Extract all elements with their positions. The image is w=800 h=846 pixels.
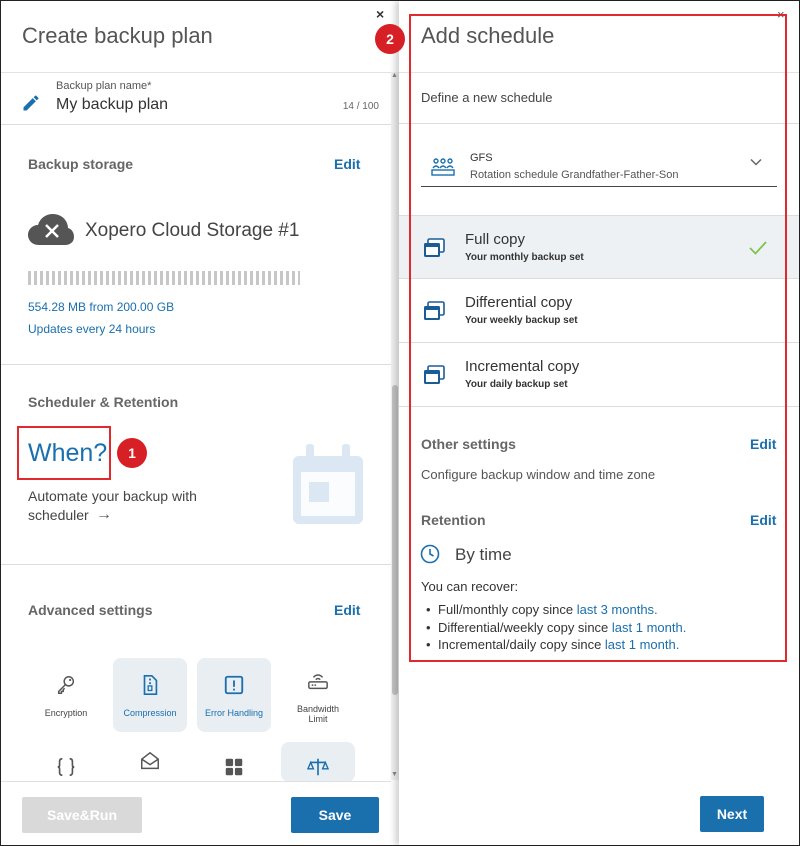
retention-title: Retention xyxy=(421,512,486,528)
copy-stack-icon xyxy=(424,301,445,320)
list-item: Incremental/daily copy since last 1 mont… xyxy=(426,636,686,654)
right-footer: Next xyxy=(399,781,799,845)
check-icon xyxy=(749,241,767,255)
plan-name-label: Backup plan name* xyxy=(56,80,152,92)
create-backup-plan-panel: Create backup plan Backup plan name* My … xyxy=(1,1,391,845)
recover-label: You can recover: xyxy=(421,579,519,594)
tile-label: Error Handling xyxy=(204,708,264,718)
schedule-type-subtitle: Rotation schedule Grandfather-Father-Son xyxy=(470,169,679,181)
recover-item-text: Differential/weekly copy since xyxy=(438,619,612,635)
storage-edit-link[interactable]: Edit xyxy=(334,156,360,172)
plan-name-counter: 14 / 100 xyxy=(342,101,379,112)
apps-grid-icon xyxy=(225,758,243,776)
script-tile[interactable] xyxy=(29,742,103,782)
list-item: Full/monthly copy since last 3 months. xyxy=(426,601,686,619)
storage-name: Xopero Cloud Storage #1 xyxy=(85,220,300,241)
divider xyxy=(399,123,799,124)
copy-stack-icon xyxy=(424,365,445,384)
next-button[interactable]: Next xyxy=(700,796,764,832)
tile-label: Encryption xyxy=(44,708,88,718)
notification-tile[interactable] xyxy=(113,742,187,782)
encryption-tile[interactable]: Encryption xyxy=(29,658,103,732)
divider xyxy=(1,564,391,565)
tile-label: Compression xyxy=(123,708,177,718)
advanced-edit-link[interactable]: Edit xyxy=(334,602,360,618)
tile-label: Bandwidth Limit xyxy=(296,704,340,724)
add-schedule-panel: Add schedule × Define a new schedule GFS… xyxy=(399,1,799,845)
scrollbar-thumb[interactable] xyxy=(392,385,398,695)
close-icon[interactable]: × xyxy=(376,6,384,22)
key-icon xyxy=(57,676,75,694)
scheduler-retention-title: Scheduler & Retention xyxy=(28,394,179,410)
schedule-type-title: GFS xyxy=(470,152,493,164)
retention-edit-link[interactable]: Edit xyxy=(750,512,776,528)
recover-item-link[interactable]: last 1 month. xyxy=(605,637,679,652)
cloud-offline-icon xyxy=(28,214,74,245)
recover-item-text: Incremental/daily copy since xyxy=(438,637,605,652)
chevron-down-icon xyxy=(750,158,762,166)
copy-name: Differential copy xyxy=(465,294,573,311)
list-item: Differential/weekly copy since last 1 mo… xyxy=(426,619,686,637)
apps-tile[interactable] xyxy=(197,742,271,782)
retention-tile[interactable] xyxy=(281,742,355,782)
copy-name: Full copy xyxy=(465,231,526,248)
copy-subtitle: Your weekly backup set xyxy=(465,315,578,326)
recover-item-link[interactable]: last 1 month. xyxy=(612,620,686,635)
compression-tile[interactable]: Compression xyxy=(113,658,187,732)
panel-title: Add schedule xyxy=(421,23,555,48)
family-icon xyxy=(431,158,455,176)
other-settings-description: Configure backup window and time zone xyxy=(421,467,656,482)
incremental-copy-option[interactable]: Incremental copy Your daily backup set xyxy=(399,343,799,407)
balance-scale-icon xyxy=(307,758,329,776)
code-braces-icon xyxy=(57,757,75,777)
storage-used: 554.28 MB from 200.00 GB xyxy=(28,300,175,314)
recover-item-link[interactable]: last 3 months. xyxy=(577,602,658,617)
plan-name-input[interactable]: My backup plan xyxy=(56,96,168,114)
advanced-settings-title: Advanced settings xyxy=(28,602,153,618)
clock-icon xyxy=(420,544,440,564)
save-and-run-button[interactable]: Save&Run xyxy=(22,797,142,833)
copy-stack-icon xyxy=(424,238,445,257)
left-footer: Save&Run Save xyxy=(1,781,391,845)
scroll-down-icon[interactable]: ▼ xyxy=(391,771,398,778)
page-title: Create backup plan xyxy=(22,23,213,48)
scroll-up-icon[interactable]: ▲ xyxy=(391,72,398,79)
define-schedule-label: Define a new schedule xyxy=(421,90,553,105)
annotation-badge-1: 1 xyxy=(117,438,147,468)
other-settings-edit-link[interactable]: Edit xyxy=(750,436,776,452)
other-settings-title: Other settings xyxy=(421,436,516,452)
annotation-badge-2: 2 xyxy=(375,24,405,54)
mail-open-icon xyxy=(141,751,159,770)
storage-usage-bar xyxy=(28,271,300,285)
zip-file-icon xyxy=(143,675,158,695)
error-handling-tile[interactable]: Error Handling xyxy=(197,658,271,732)
left-panel-header: Create backup plan xyxy=(1,1,391,73)
backup-storage-title: Backup storage xyxy=(28,156,134,172)
arrow-right-icon[interactable]: → xyxy=(96,506,112,524)
divider xyxy=(1,364,391,365)
router-icon xyxy=(308,674,328,690)
when-link[interactable]: When? xyxy=(28,439,107,468)
scheduler-description: Automate your backup with scheduler xyxy=(28,488,197,523)
bandwidth-limit-tile[interactable]: Bandwidth Limit xyxy=(281,658,355,732)
recover-list: Full/monthly copy since last 3 months. D… xyxy=(426,601,686,654)
recover-item-text: Full/monthly copy since xyxy=(438,602,577,617)
copy-name: Incremental copy xyxy=(465,358,580,375)
schedule-type-select[interactable]: GFS Rotation schedule Grandfather-Father… xyxy=(421,141,777,187)
close-icon[interactable]: × xyxy=(777,7,785,22)
storage-updates: Updates every 24 hours xyxy=(28,322,156,336)
full-copy-option[interactable]: Full copy Your monthly backup set xyxy=(399,215,799,279)
backup-plan-name-field[interactable]: Backup plan name* My backup plan 14 / 10… xyxy=(1,73,391,125)
save-button[interactable]: Save xyxy=(291,797,379,833)
copy-subtitle: Your daily backup set xyxy=(465,379,568,390)
calendar-icon xyxy=(293,444,363,524)
retention-mode: By time xyxy=(455,545,512,564)
differential-copy-option[interactable]: Differential copy Your weekly backup set xyxy=(399,279,799,343)
copy-subtitle: Your monthly backup set xyxy=(465,252,584,263)
right-panel-header: Add schedule × xyxy=(399,1,799,73)
pencil-icon xyxy=(23,95,39,111)
alert-icon xyxy=(224,675,244,695)
